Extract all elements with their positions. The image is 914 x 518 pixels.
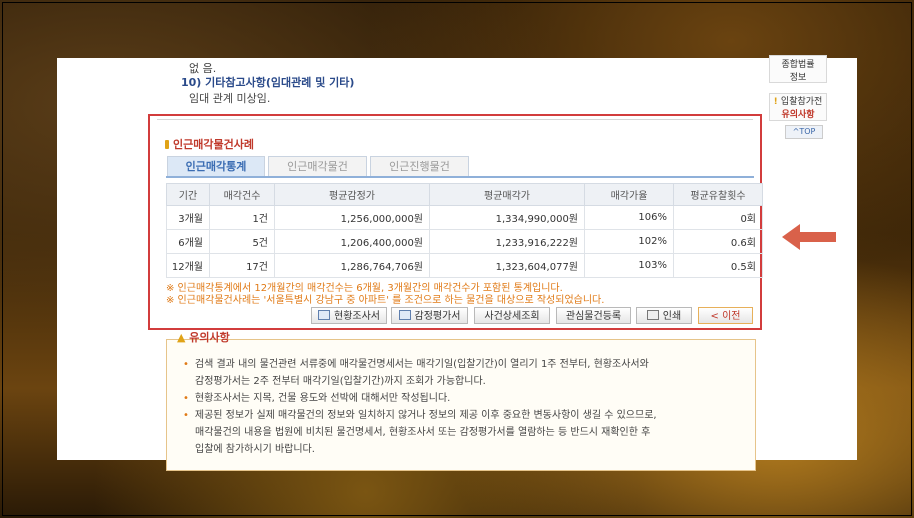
warning-icon: ▲ bbox=[177, 331, 190, 344]
caution-item-3: • 제공된 정보가 실제 매각물건의 정보와 일치하지 않거나 정보의 제공 이후… bbox=[183, 406, 657, 421]
cell: 0.5회 bbox=[673, 253, 763, 278]
cell: 1,334,990,000원 bbox=[429, 205, 585, 230]
bid-caution-prefix: 입찰참가전 bbox=[780, 97, 823, 107]
cell: 17건 bbox=[209, 253, 275, 278]
col-avg-sale: 평균매각가 bbox=[429, 183, 585, 206]
cell: 1,233,916,222원 bbox=[429, 229, 585, 254]
bid-caution-line2: 유의사항 bbox=[781, 110, 815, 120]
caution-item-1: • 검색 결과 내의 물건관련 서류중에 매각물건명세서는 매각기일(입찰기간)이… bbox=[183, 355, 649, 370]
bullet-icon: • bbox=[183, 359, 189, 370]
exclaim-icon: ! bbox=[773, 97, 781, 107]
law-info-link[interactable]: 종합법률 정보 bbox=[769, 55, 827, 83]
caution-item-3-text: 제공된 정보가 실제 매각물건의 정보와 일치하지 않거나 정보의 제공 이후 … bbox=[194, 410, 657, 421]
edit-icon bbox=[398, 310, 411, 320]
appraisal-button[interactable]: 감정평가서 bbox=[391, 307, 468, 324]
bullet-icon bbox=[165, 140, 169, 149]
interest-register-button[interactable]: 관심물건등록 bbox=[556, 307, 631, 324]
col-period: 기간 bbox=[166, 183, 210, 206]
table-row: 3개월 1건 1,256,000,000원 1,334,990,000원 106… bbox=[166, 205, 763, 230]
col-avg-appraisal: 평균감정가 bbox=[274, 183, 430, 206]
col-count: 매각건수 bbox=[209, 183, 275, 206]
caution-item-3-cont1: 매각물건의 내용을 법원에 비치된 물건명세서, 현황조사서 또는 감정평가서를… bbox=[195, 427, 651, 438]
col-sale-rate: 매각가율 bbox=[584, 183, 674, 206]
caution-title: ▲ 유의사항 bbox=[177, 329, 230, 345]
bullet-icon: • bbox=[183, 410, 189, 421]
cell: 0회 bbox=[673, 205, 763, 230]
appraisal-button-label: 감정평가서 bbox=[414, 311, 461, 322]
cell: 1,286,764,706원 bbox=[274, 253, 430, 278]
caution-title-text: 유의사항 bbox=[189, 331, 230, 344]
cell: 1건 bbox=[209, 205, 275, 230]
cell: 6개월 bbox=[166, 229, 210, 254]
tab-nearby-items[interactable]: 인근매각물건 bbox=[268, 156, 367, 177]
stats-table: 기간 매각건수 평균감정가 평균매각가 매각가율 평균유찰횟수 3개월 1건 1… bbox=[166, 183, 763, 278]
table-header-row: 기간 매각건수 평균감정가 평균매각가 매각가율 평균유찰횟수 bbox=[166, 183, 763, 206]
cell: 1,206,400,000원 bbox=[274, 229, 430, 254]
law-info-line2: 정보 bbox=[789, 73, 807, 83]
caution-item-2: • 현황조사서는 지목, 건물 용도와 선박에 대해서만 작성됩니다. bbox=[183, 389, 450, 404]
cell: 103% bbox=[584, 253, 674, 278]
cell: 5건 bbox=[209, 229, 275, 254]
nearby-sales-title-text: 인근매각물건사례 bbox=[173, 138, 254, 151]
caution-item-2-text: 현황조사서는 지목, 건물 용도와 선박에 대해서만 작성됩니다. bbox=[194, 393, 451, 404]
section-10-heading: 10) 기타참고사항(임대관례 및 기타) bbox=[181, 76, 355, 89]
bid-caution-line1: ! 입찰참가전 bbox=[770, 94, 826, 107]
bid-caution-link[interactable]: ! 입찰참가전 유의사항 bbox=[769, 93, 827, 121]
tab-nearby-stats[interactable]: 인근매각통계 bbox=[167, 156, 265, 177]
cell: 3개월 bbox=[166, 205, 210, 230]
cell: 106% bbox=[584, 205, 674, 230]
printer-icon bbox=[646, 310, 659, 320]
cell: 12개월 bbox=[166, 253, 210, 278]
tab-underline bbox=[166, 176, 754, 178]
print-button-label: 인쇄 bbox=[662, 311, 682, 322]
lease-info-text: 임대 관계 미상임. bbox=[189, 92, 271, 105]
caution-item-3-cont2: 입찰에 참가하시기 바랍니다. bbox=[195, 444, 315, 455]
case-detail-button[interactable]: 사건상세조회 bbox=[474, 307, 550, 324]
bullet-icon: • bbox=[183, 393, 189, 404]
caution-item-1-cont: 감정평가서는 2주 전부터 매각기일(입찰기간)까지 조회가 가능합니다. bbox=[195, 376, 486, 387]
table-row: 12개월 17건 1,286,764,706원 1,323,604,077원 1… bbox=[166, 253, 763, 278]
tab-nearby-ongoing[interactable]: 인근진행물건 bbox=[370, 156, 469, 177]
top-button[interactable]: ^TOP bbox=[785, 125, 823, 139]
print-button[interactable]: 인쇄 bbox=[636, 307, 692, 324]
law-info-line1: 종합법률 bbox=[781, 60, 815, 70]
cell: 0.6회 bbox=[673, 229, 763, 254]
nearby-sales-title: 인근매각물건사례 bbox=[165, 136, 254, 152]
cell: 102% bbox=[584, 229, 674, 254]
survey-button[interactable]: 현황조사서 bbox=[311, 307, 387, 324]
table-row: 6개월 5건 1,206,400,000원 1,233,916,222원 102… bbox=[166, 229, 763, 254]
document-icon bbox=[318, 310, 330, 320]
left-arrow-icon bbox=[782, 224, 836, 250]
cell: 1,323,604,077원 bbox=[429, 253, 585, 278]
note-cases: ※ 인근매각물건사례는 '서울특별시 강남구 중 아파트' 를 조건으로 하는 … bbox=[166, 295, 605, 306]
cell: 1,256,000,000원 bbox=[274, 205, 430, 230]
caution-item-1-text: 검색 결과 내의 물건관련 서류중에 매각물건명세서는 매각기일(입찰기간)이 … bbox=[194, 359, 649, 370]
prev-button[interactable]: < 이전 bbox=[698, 307, 753, 324]
survey-button-label: 현황조사서 bbox=[334, 311, 380, 322]
col-avg-failed: 평균유찰횟수 bbox=[673, 183, 763, 206]
